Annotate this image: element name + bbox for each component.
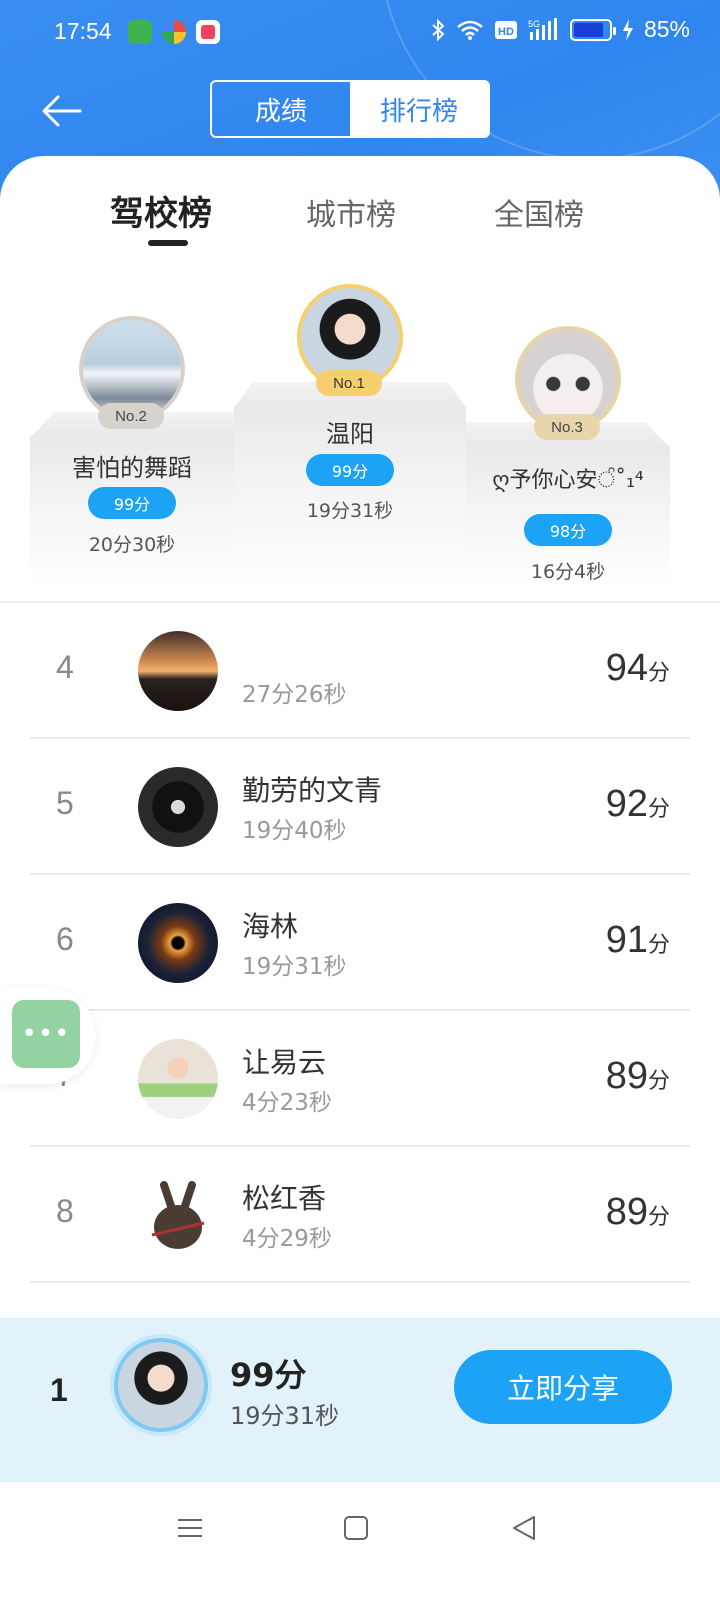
podium-score-3: 98分 (524, 514, 612, 546)
list-item[interactable]: 4 27分26秒 94分 (30, 603, 690, 739)
podium-time-1: 19分31秒 (306, 500, 394, 522)
list-name: 松红香 (242, 1182, 327, 1215)
list-item[interactable]: 8 松红香 4分29秒 89分 (30, 1147, 690, 1283)
list-time: 4分29秒 (242, 1226, 332, 1252)
tab-driving-school[interactable]: 驾校榜 (110, 186, 212, 235)
home-icon[interactable] (340, 1512, 372, 1544)
system-nav-bar (0, 1482, 720, 1612)
list-time: 19分31秒 (242, 954, 347, 980)
podium-name-3: ღ予你心安ੰ˚₁⁴ (492, 468, 644, 493)
rabbit-avatar-icon (151, 1181, 205, 1249)
list-time: 19分40秒 (242, 818, 347, 844)
list-score: 89分 (605, 1191, 670, 1233)
battery-percent: 85% (643, 16, 690, 42)
list-score: 92分 (605, 783, 670, 825)
list-avatar (138, 631, 218, 711)
my-rank-bar: 1 99分 19分31秒 立即分享 (0, 1318, 720, 1482)
browser-notification-icon (162, 20, 186, 44)
battery-icon (569, 18, 616, 41)
wifi-icon (457, 20, 483, 40)
back-arrow-icon (42, 95, 82, 127)
share-button[interactable]: 立即分享 (454, 1350, 672, 1424)
my-score: 99分 (230, 1356, 307, 1394)
list-rank: 4 (56, 649, 74, 685)
active-tab-indicator (148, 240, 188, 246)
status-time: 17:54 (54, 18, 112, 44)
list-score: 89分 (605, 1055, 670, 1097)
list-rank: 6 (56, 921, 74, 957)
rank-tag-3: No.3 (534, 414, 600, 440)
floating-more-button[interactable]: ••• (0, 988, 96, 1084)
list-time: 27分26秒 (242, 682, 347, 708)
list-name: 让易云 (242, 1046, 327, 1079)
ranking-scope-tabs: 驾校榜 城市榜 全国榜 (0, 190, 720, 250)
hd-icon: HD (494, 20, 517, 39)
more-dots-icon: ••• (12, 1000, 80, 1068)
podium-score-1: 99分 (306, 454, 394, 486)
bluetooth-icon (432, 18, 445, 41)
list-avatar (138, 1175, 218, 1255)
app-notification-icon (128, 20, 152, 44)
rank-tag-2: No.2 (98, 403, 164, 429)
list-item[interactable]: 6 海林 19分31秒 91分 (30, 875, 690, 1011)
tab-city[interactable]: 城市榜 (306, 190, 396, 234)
list-rank: 5 (56, 785, 74, 821)
back-button[interactable] (38, 88, 84, 134)
list-avatar (138, 1039, 218, 1119)
back-nav-icon[interactable] (508, 1512, 540, 1544)
rank-tag-1: No.1 (316, 370, 382, 396)
my-avatar[interactable] (114, 1338, 208, 1432)
list-name: 海林 (242, 910, 299, 943)
heart-app-notification-icon (196, 20, 220, 44)
list-score: 91分 (605, 919, 670, 961)
list-item[interactable]: 5 勤劳的文青 19分40秒 92分 (30, 739, 690, 875)
menu-icon[interactable] (174, 1512, 206, 1544)
svg-text:5G: 5G (528, 19, 540, 29)
signal-5g-icon: 5G (528, 17, 557, 40)
list-name: 勤劳的文青 (242, 774, 383, 807)
my-time: 19分31秒 (230, 1402, 340, 1430)
list-avatar (138, 767, 218, 847)
podium-time-2: 20分30秒 (88, 534, 176, 556)
segmented-control: 成绩 排行榜 (210, 80, 490, 138)
list-item[interactable]: 7 让易云 4分23秒 89分 (30, 1011, 690, 1147)
my-rank: 1 (50, 1372, 68, 1408)
tab-ranking[interactable]: 排行榜 (350, 82, 488, 136)
list-avatar (138, 903, 218, 983)
status-indicators: HD 5G 85% (430, 16, 690, 43)
podium-name-1: 温阳 (326, 420, 374, 448)
svg-text:HD: HD (498, 26, 514, 38)
list-rank: 8 (56, 1193, 74, 1229)
tab-national[interactable]: 全国榜 (494, 190, 584, 234)
list-time: 4分23秒 (242, 1090, 332, 1116)
podium-name-2: 害怕的舞蹈 (72, 454, 192, 482)
tab-score[interactable]: 成绩 (212, 82, 350, 136)
charging-icon (622, 18, 633, 41)
list-score: 94分 (605, 647, 670, 689)
podium-score-2: 99分 (88, 487, 176, 519)
podium-time-3: 16分4秒 (530, 561, 606, 583)
status-bar: 17:54 HD 5G 85% (0, 0, 720, 64)
